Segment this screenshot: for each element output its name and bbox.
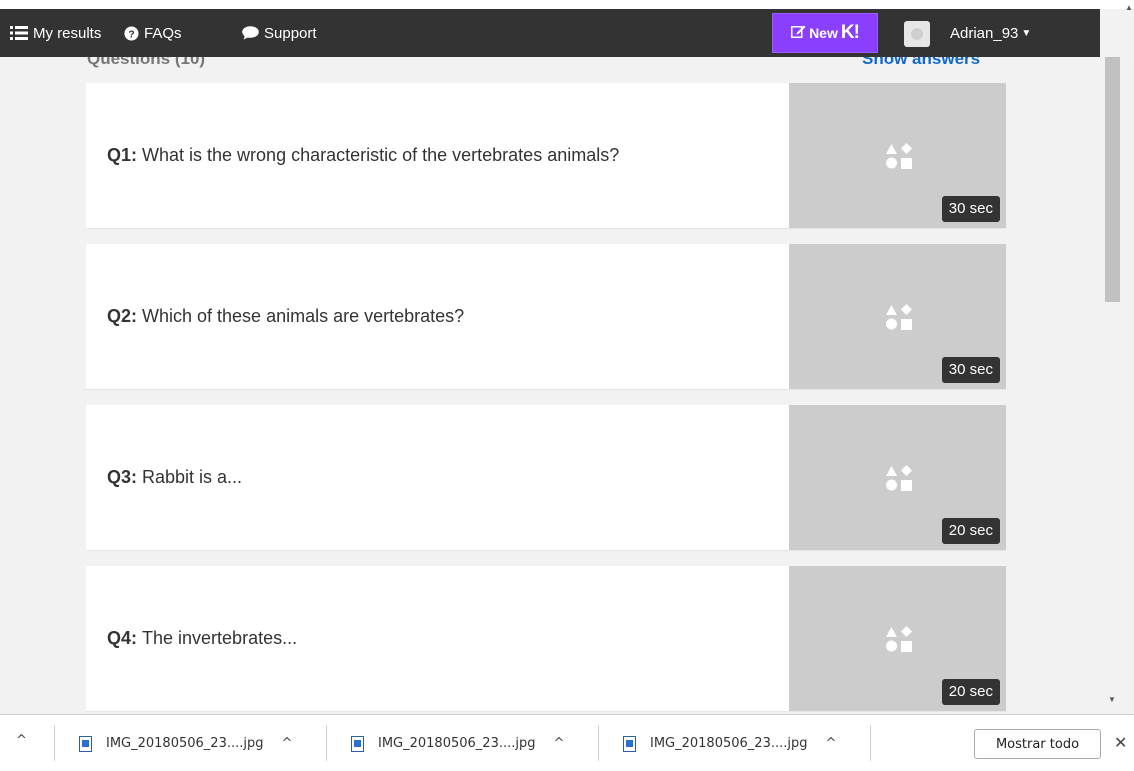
download-filename: IMG_20180506_23....jpg: [106, 736, 264, 751]
chevron-up-icon[interactable]: ^: [825, 736, 836, 751]
question-text: Q1: What is the wrong characteristic of …: [86, 83, 789, 228]
question-number: Q3:: [107, 467, 138, 487]
image-file-icon: [623, 735, 636, 752]
support-link[interactable]: Support: [242, 9, 317, 57]
downloads-bar: ^ IMG_20180506_23....jpg ^ IMG_20180506_…: [0, 714, 1134, 771]
question-card-4[interactable]: Q4: The invertebrates... 20 sec: [86, 566, 1006, 711]
time-limit-badge: 20 sec: [941, 679, 1000, 705]
question-text: Q4: The invertebrates...: [86, 566, 789, 711]
chevron-up-icon[interactable]: ^: [16, 733, 27, 748]
list-icon: [10, 26, 28, 40]
avatar[interactable]: [904, 21, 930, 47]
close-icon[interactable]: ✕: [1114, 733, 1127, 752]
show-all-button[interactable]: Mostrar todo: [974, 729, 1101, 759]
question-title: Rabbit is a...: [142, 467, 243, 487]
caret-down-icon: ▼: [1021, 27, 1032, 39]
question-title: The invertebrates...: [142, 628, 298, 648]
download-filename: IMG_20180506_23....jpg: [378, 736, 536, 751]
download-item-3[interactable]: IMG_20180506_23....jpg ^: [623, 715, 836, 771]
faqs-link[interactable]: ? FAQs: [124, 9, 182, 57]
edit-icon: [791, 24, 806, 42]
question-text: Q3: Rabbit is a...: [86, 405, 789, 550]
faqs-label: FAQs: [144, 24, 182, 42]
username-label: Adrian_93: [950, 24, 1019, 42]
question-thumbnail: 20 sec: [789, 566, 1006, 711]
window-top-strip: [0, 0, 1134, 9]
time-limit-badge: 30 sec: [941, 196, 1000, 222]
question-card-2[interactable]: Q2: Which of these animals are vertebrat…: [86, 244, 1006, 389]
divider: [598, 725, 599, 761]
time-limit-badge: 30 sec: [941, 357, 1000, 383]
top-navbar: My results ? FAQs Support New K! Adrian_…: [0, 9, 1100, 57]
time-limit-badge: 20 sec: [941, 518, 1000, 544]
question-thumbnail: 30 sec: [789, 83, 1006, 228]
quiz-shapes-icon: [886, 304, 912, 330]
quiz-shapes-icon: [886, 626, 912, 652]
question-title: What is the wrong characteristic of the …: [142, 145, 620, 165]
my-results-label: My results: [33, 24, 102, 42]
question-thumbnail: 30 sec: [789, 244, 1006, 389]
question-number: Q4:: [107, 628, 138, 648]
outer-scrollbar[interactable]: [1125, 57, 1134, 714]
my-results-link[interactable]: My results: [10, 9, 101, 57]
question-text: Q2: Which of these animals are vertebrat…: [86, 244, 789, 389]
download-item-1[interactable]: IMG_20180506_23....jpg ^: [79, 715, 292, 771]
new-kahoot-button[interactable]: New K!: [772, 13, 878, 53]
quiz-shapes-icon: [886, 143, 912, 169]
download-filename: IMG_20180506_23....jpg: [650, 736, 808, 751]
divider: [54, 725, 55, 761]
support-label: Support: [264, 24, 317, 42]
chevron-up-icon[interactable]: ^: [281, 736, 292, 751]
question-circle-icon: ?: [124, 25, 139, 41]
scroll-down-arrow-icon[interactable]: ▼: [1108, 695, 1116, 704]
chevron-up-icon[interactable]: ^: [553, 736, 564, 751]
image-file-icon: [351, 735, 364, 752]
quiz-shapes-icon: [886, 465, 912, 491]
scroll-up-arrow-icon[interactable]: ▲: [1125, 3, 1133, 12]
speech-bubble-icon: [242, 26, 259, 40]
question-card-1[interactable]: Q1: What is the wrong characteristic of …: [86, 83, 1006, 228]
new-button-label: New: [809, 25, 838, 41]
scrollbar-thumb[interactable]: [1105, 57, 1120, 302]
question-card-3[interactable]: Q3: Rabbit is a... 20 sec: [86, 405, 1006, 550]
question-title: Which of these animals are vertebrates?: [142, 306, 465, 326]
user-menu[interactable]: Adrian_93 ▼: [950, 9, 1031, 57]
kahoot-k-logo: K!: [840, 22, 860, 43]
question-thumbnail: 20 sec: [789, 405, 1006, 550]
divider: [870, 725, 871, 761]
svg-text:?: ?: [128, 29, 134, 40]
download-item-2[interactable]: IMG_20180506_23....jpg ^: [351, 715, 564, 771]
image-file-icon: [79, 735, 92, 752]
question-list: Q1: What is the wrong characteristic of …: [86, 83, 1006, 727]
question-number: Q2:: [107, 306, 138, 326]
divider: [326, 725, 327, 761]
question-number: Q1:: [107, 145, 138, 165]
